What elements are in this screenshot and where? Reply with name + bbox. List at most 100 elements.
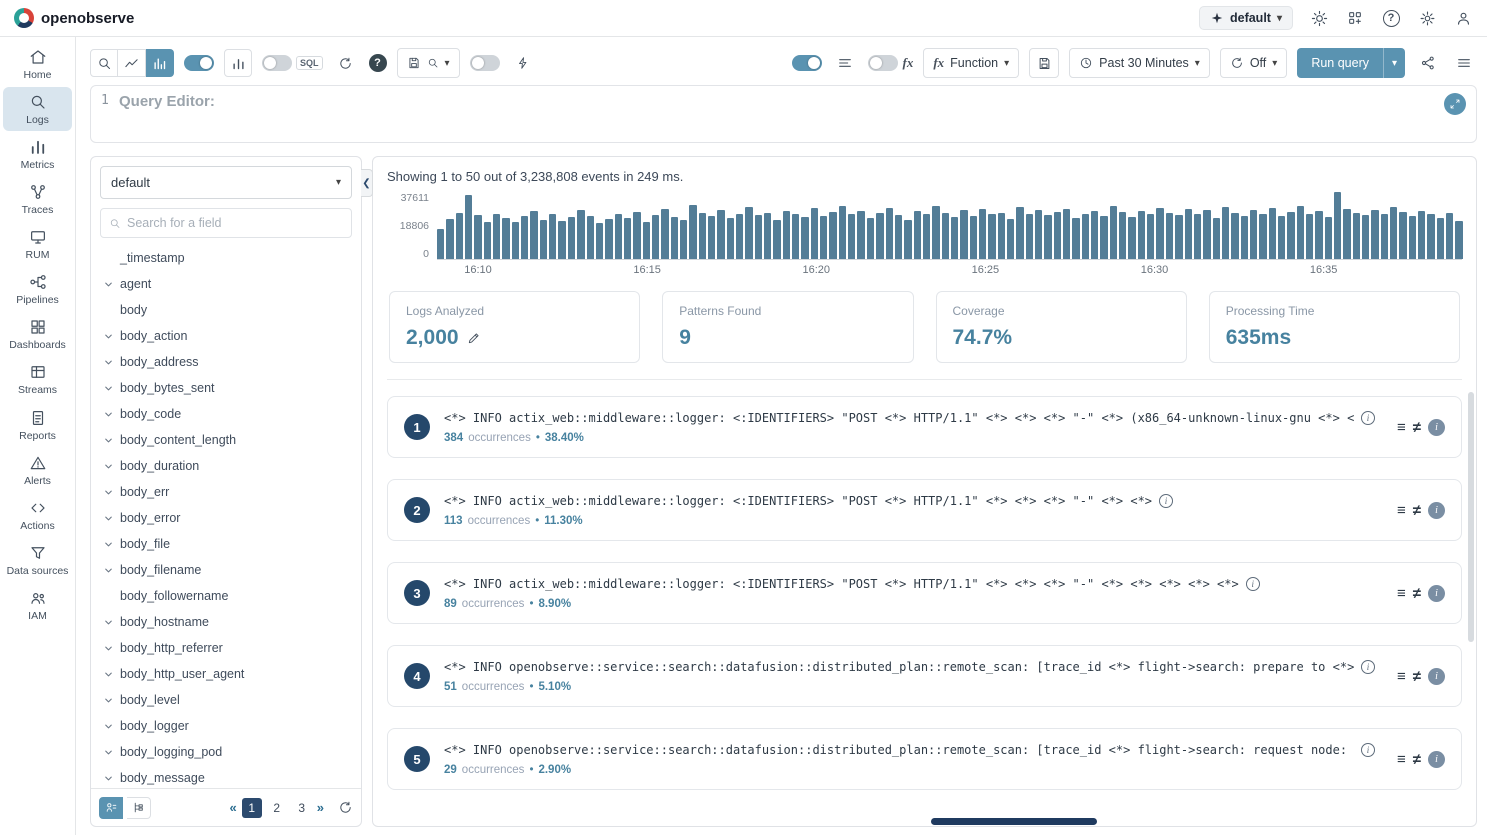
field-row[interactable]: body_message: [91, 765, 361, 788]
exclude-filter-icon[interactable]: ≠: [1413, 752, 1421, 767]
histogram-bar[interactable]: [456, 213, 463, 259]
field-row[interactable]: body_file: [91, 531, 361, 557]
chevron-down-icon[interactable]: [101, 643, 115, 654]
histogram-bar[interactable]: [839, 206, 846, 259]
chevron-down-icon[interactable]: [101, 383, 115, 394]
field-row[interactable]: body_logging_pod: [91, 739, 361, 765]
histogram-bar[interactable]: [1185, 209, 1192, 259]
histogram-bar[interactable]: [493, 214, 500, 259]
histogram-bar[interactable]: [1390, 207, 1397, 259]
sidebar-item-traces[interactable]: Traces: [3, 177, 72, 221]
sidebar-item-home[interactable]: Home: [3, 42, 72, 86]
histogram-bar[interactable]: [484, 222, 491, 259]
histogram-bar[interactable]: [1138, 211, 1145, 259]
histogram-bar[interactable]: [1110, 206, 1117, 259]
function-toggle[interactable]: [868, 55, 898, 71]
histogram-bar[interactable]: [1007, 219, 1014, 259]
field-search[interactable]: [100, 208, 352, 238]
menu-button[interactable]: [1451, 50, 1477, 76]
instant-search-button[interactable]: [510, 50, 536, 76]
chevron-down-icon[interactable]: [101, 721, 115, 732]
field-row[interactable]: body_error: [91, 505, 361, 531]
histogram-bar[interactable]: [1250, 210, 1257, 259]
pattern-row[interactable]: 1 <*> INFO actix_web::middleware::logger…: [387, 396, 1462, 458]
histogram-bar[interactable]: [1446, 213, 1453, 259]
histogram-view-button[interactable]: [146, 49, 174, 77]
pattern-info-icon[interactable]: i: [1428, 502, 1445, 519]
histogram-bar[interactable]: [960, 210, 967, 259]
field-row[interactable]: body_address: [91, 349, 361, 375]
histogram-bar[interactable]: [1287, 212, 1294, 259]
field-row[interactable]: body_content_length: [91, 427, 361, 453]
sidebar-item-streams[interactable]: Streams: [3, 357, 72, 401]
histogram-bar[interactable]: [502, 218, 509, 259]
histogram-bar[interactable]: [1306, 214, 1313, 259]
histogram-bar[interactable]: [1035, 210, 1042, 259]
tree-mode-button[interactable]: [127, 797, 151, 819]
histogram-bar[interactable]: [1315, 211, 1322, 259]
histogram-bars[interactable]: [437, 192, 1462, 260]
histogram-bar[interactable]: [886, 208, 893, 259]
histogram-bar[interactable]: [914, 211, 921, 259]
stream-selector[interactable]: default ▾: [100, 166, 352, 199]
histogram-bar[interactable]: [1100, 216, 1107, 259]
histogram-bar[interactable]: [848, 214, 855, 259]
histogram-bar[interactable]: [615, 214, 622, 259]
histogram-bar[interactable]: [923, 214, 930, 259]
histogram-bar[interactable]: [717, 210, 724, 259]
histogram-bar[interactable]: [1222, 207, 1229, 259]
field-row[interactable]: body_followername: [91, 583, 361, 609]
histogram-bar[interactable]: [820, 216, 827, 259]
include-filter-icon[interactable]: ≡: [1397, 752, 1406, 767]
query-editor[interactable]: 1 Query Editor:: [90, 85, 1477, 143]
histogram-bar[interactable]: [540, 220, 547, 259]
include-filter-icon[interactable]: ≡: [1397, 420, 1406, 435]
info-icon[interactable]: i: [1361, 743, 1375, 757]
chevron-down-icon[interactable]: [101, 695, 115, 706]
histogram-bar[interactable]: [1091, 211, 1098, 259]
field-row[interactable]: body_http_referrer: [91, 635, 361, 661]
info-icon[interactable]: i: [1361, 411, 1375, 425]
pagination-page-2[interactable]: 2: [267, 798, 287, 818]
field-row[interactable]: body_filename: [91, 557, 361, 583]
exclude-filter-icon[interactable]: ≠: [1413, 669, 1421, 684]
histogram-bar[interactable]: [970, 216, 977, 259]
info-icon[interactable]: i: [1246, 577, 1260, 591]
histogram-bar[interactable]: [1194, 214, 1201, 259]
field-row[interactable]: body_duration: [91, 453, 361, 479]
field-row[interactable]: body_hostname: [91, 609, 361, 635]
field-row[interactable]: body_code: [91, 401, 361, 427]
info-icon[interactable]: i: [1361, 660, 1375, 674]
field-row[interactable]: _timestamp: [91, 245, 361, 271]
field-row[interactable]: body_action: [91, 323, 361, 349]
histogram-bar[interactable]: [1016, 207, 1023, 259]
histogram-bar[interactable]: [1203, 210, 1210, 259]
collapse-panel-handle[interactable]: ❮: [361, 169, 373, 197]
histogram-bar[interactable]: [1409, 216, 1416, 259]
field-row[interactable]: body_logger: [91, 713, 361, 739]
horizontal-scrollbar-thumb[interactable]: [931, 818, 1097, 825]
exclude-filter-icon[interactable]: ≠: [1413, 586, 1421, 601]
pagination-page-1[interactable]: 1: [242, 798, 262, 818]
help-icon[interactable]: ?: [1381, 8, 1401, 28]
histogram-bar[interactable]: [755, 215, 762, 259]
chevron-down-icon[interactable]: [101, 513, 115, 524]
pattern-info-icon[interactable]: i: [1428, 419, 1445, 436]
field-row[interactable]: body_bytes_sent: [91, 375, 361, 401]
edit-pencil-icon[interactable]: [467, 331, 481, 345]
field-row[interactable]: agent: [91, 271, 361, 297]
sidebar-item-metrics[interactable]: Metrics: [3, 132, 72, 176]
sidebar-item-dashboards[interactable]: Dashboards: [3, 312, 72, 356]
chevron-down-icon[interactable]: [101, 357, 115, 368]
function-dropdown[interactable]: fx Function ▾: [923, 48, 1019, 78]
share-button[interactable]: [1415, 50, 1441, 76]
reset-filters-button[interactable]: [333, 50, 359, 76]
histogram-bar[interactable]: [1362, 215, 1369, 259]
histogram-bar[interactable]: [652, 215, 659, 259]
histogram-bar[interactable]: [1343, 209, 1350, 259]
histogram-bar[interactable]: [988, 214, 995, 259]
sidebar-item-reports[interactable]: Reports: [3, 403, 72, 447]
histogram-bar[interactable]: [708, 216, 715, 259]
histogram-bar[interactable]: [1418, 211, 1425, 259]
query-help-icon[interactable]: ?: [369, 54, 387, 72]
